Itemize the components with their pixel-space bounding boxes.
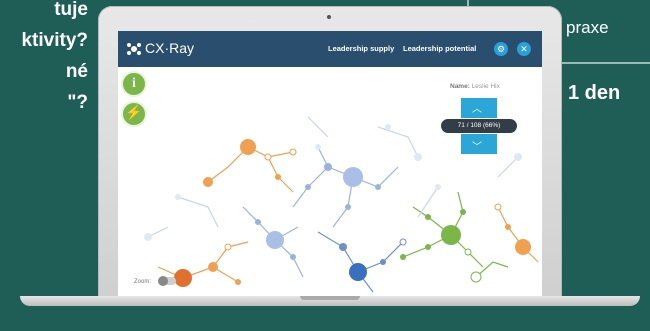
background-right-value: 1 den xyxy=(568,82,621,104)
laptop-screen: CX·Ray Leadership supply Leadership pote… xyxy=(118,31,542,296)
laptop-notch xyxy=(300,296,360,300)
background-left-text: tuje ktivity? né "? xyxy=(0,0,96,118)
brand-logo-icon xyxy=(127,43,141,56)
background-line: né xyxy=(65,61,88,82)
brand[interactable]: CX·Ray xyxy=(126,40,194,57)
background-line: tuje xyxy=(54,0,88,20)
background-right-label: praxe xyxy=(566,18,609,37)
background-line: "? xyxy=(67,92,88,113)
chevron-down-icon[interactable]: ﹀ xyxy=(472,138,482,153)
chevron-up-icon[interactable]: ︿ xyxy=(472,100,482,115)
nav-leadership-supply[interactable]: Leadership supply xyxy=(328,44,394,53)
nav-leadership-potential[interactable]: Leadership potential xyxy=(403,44,476,53)
app-header: CX·Ray Leadership supply Leadership pote… xyxy=(118,31,542,67)
gear-icon[interactable]: ⚙ xyxy=(494,42,508,56)
zoom-toggle-knob[interactable] xyxy=(158,276,168,286)
zoom-toggle[interactable] xyxy=(158,276,176,286)
camera-icon xyxy=(327,15,331,19)
background-right-divider xyxy=(552,62,650,64)
score-badge: 71 / 108 (66%) xyxy=(440,118,518,134)
brand-name: CX·Ray xyxy=(145,40,195,56)
background-line: ktivity? xyxy=(21,30,88,51)
laptop-base xyxy=(20,296,640,306)
zoom-label: Zoom: xyxy=(134,279,152,285)
close-icon[interactable]: ✕ xyxy=(517,42,531,56)
background-bottom xyxy=(0,306,650,331)
